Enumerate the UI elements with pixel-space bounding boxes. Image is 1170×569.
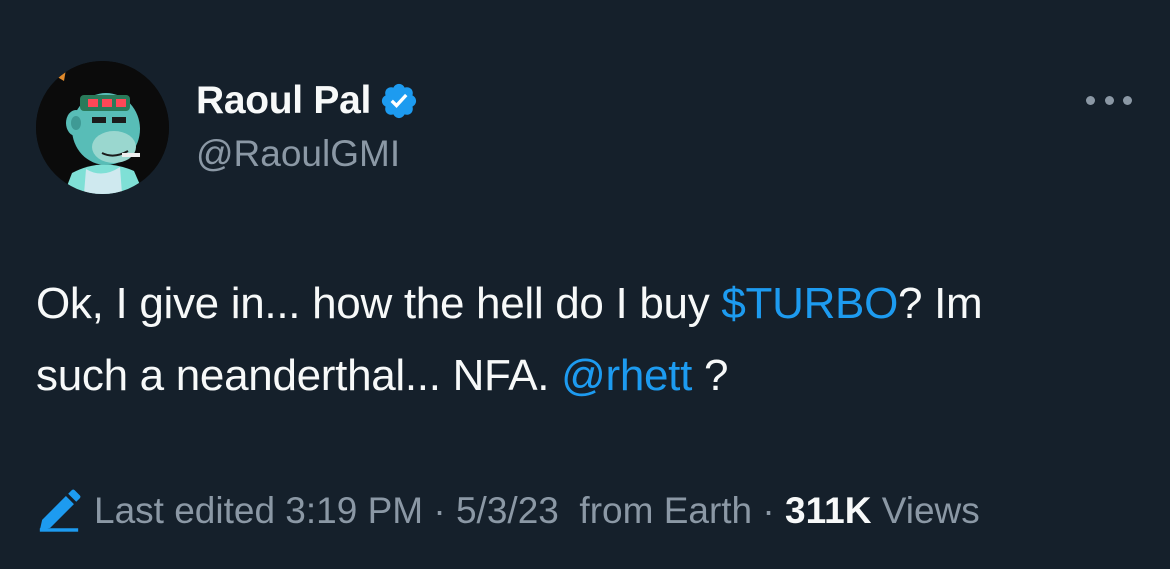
last-edited-link[interactable]: Last edited 3:19 PM · 5/3/23 — [94, 490, 559, 532]
more-dot — [1123, 95, 1132, 105]
bored-ape-avatar-icon — [36, 61, 169, 194]
tweet-meta: Last edited 3:19 PM · 5/3/23 from Earth … — [36, 486, 980, 536]
cashtag-link[interactable]: $TURBO — [721, 279, 898, 328]
verified-badge-icon — [379, 81, 419, 121]
tweet-text-segment: Ok, I give in... how the hell do I buy — [36, 279, 722, 328]
author-handle[interactable]: @RaoulGMI — [196, 133, 400, 175]
tweet-text-segment: such a neanderthal... NFA. — [36, 351, 562, 400]
meta-spacer — [559, 490, 580, 532]
tweet-card: Raoul Pal @RaoulGMI Ok, I give in... how… — [0, 0, 1170, 569]
tweet-text: Ok, I give in... how the hell do I buy $… — [36, 268, 1146, 412]
meta-spacer — [775, 490, 785, 532]
tweet-line-1: Ok, I give in... how the hell do I buy $… — [36, 268, 1146, 340]
views-count[interactable]: 311K — [785, 490, 871, 532]
author-name-row[interactable]: Raoul Pal — [196, 76, 419, 126]
more-options-icon[interactable] — [1086, 88, 1132, 112]
tweet-text-segment: ? — [692, 351, 729, 400]
mention-link[interactable]: @rhett — [561, 351, 692, 400]
meta-spacer — [871, 490, 881, 532]
tweet-source: from Earth · — [579, 490, 775, 531]
more-dot — [1086, 95, 1095, 105]
avatar[interactable] — [36, 61, 169, 194]
views-label: Views — [881, 490, 980, 531]
tweet-line-2: such a neanderthal... NFA. @rhett ? — [36, 340, 1146, 412]
pencil-icon[interactable] — [36, 488, 82, 534]
tweet-text-segment: ? Im — [898, 279, 983, 328]
more-dot — [1104, 95, 1114, 105]
author-display-name[interactable]: Raoul Pal — [196, 79, 371, 123]
